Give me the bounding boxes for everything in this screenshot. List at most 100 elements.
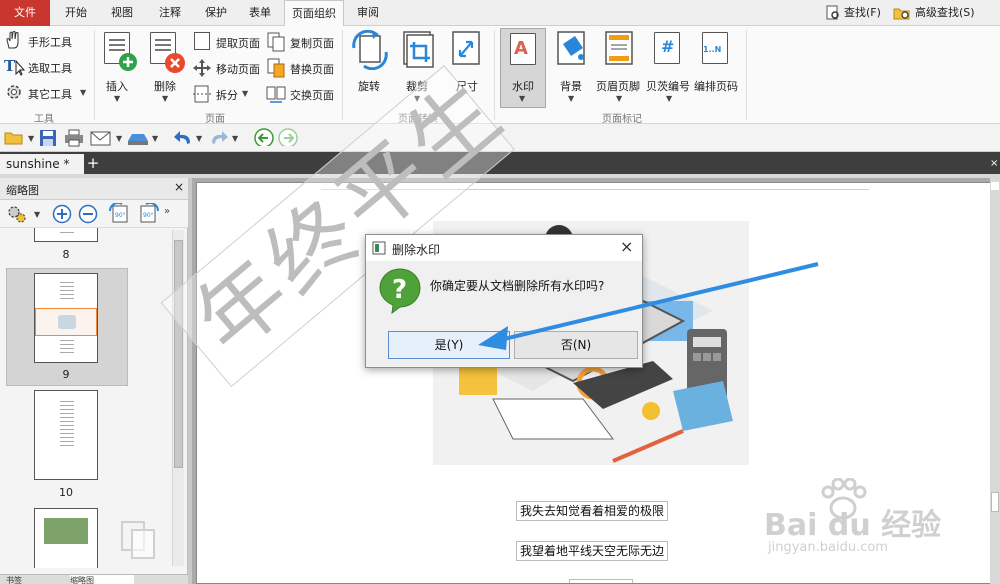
split-icon	[193, 85, 211, 103]
close-icon[interactable]: ×	[620, 237, 633, 256]
bates-number-button[interactable]: # 贝茨编号 ▼	[646, 28, 694, 108]
search-icon	[826, 5, 839, 20]
delete-button[interactable]: 删除 ▼	[144, 28, 188, 108]
options-gear-icon[interactable]	[6, 204, 28, 224]
delete-label: 删除	[154, 80, 176, 93]
rotate-left-icon[interactable]: 90°	[108, 203, 132, 225]
watermark-button[interactable]: A 水印 ▼	[500, 28, 546, 108]
tab-home[interactable]: 开始	[56, 0, 96, 26]
scanner-icon[interactable]	[126, 129, 150, 147]
replace-page-button[interactable]: 替换页面	[266, 58, 338, 78]
more-chevron-icon[interactable]: »	[164, 206, 170, 217]
page-number-label: 8	[62, 248, 70, 261]
forward-arrow-icon[interactable]	[278, 128, 298, 146]
search-button[interactable]: 查找(F)	[826, 3, 892, 23]
other-tool-label: 其它工具	[28, 88, 72, 101]
split-button[interactable]: 拆分 ▼	[192, 84, 264, 104]
rotate-button[interactable]: 旋转	[348, 28, 392, 108]
dialog-title-bar: 删除水印 ×	[366, 235, 642, 261]
back-arrow-icon[interactable]	[254, 128, 274, 146]
yes-button[interactable]: 是(Y)	[388, 331, 510, 359]
open-folder-icon[interactable]	[4, 129, 26, 147]
close-icon[interactable]: ×	[990, 158, 1000, 169]
undo-icon[interactable]	[172, 129, 194, 147]
email-icon[interactable]	[90, 129, 112, 147]
gear-icon	[7, 85, 21, 99]
crop-button[interactable]: 裁剪 ▼	[398, 28, 442, 108]
replace-page-icon	[267, 58, 285, 78]
svg-text:90°: 90°	[143, 212, 154, 219]
background-button[interactable]: 背景 ▼	[550, 28, 594, 108]
chevron-down-icon: ▼	[519, 94, 526, 103]
tab-thumbnails[interactable]: 缩略图	[70, 575, 134, 584]
bates-number-icon: #	[654, 32, 680, 64]
close-icon[interactable]: ×	[174, 180, 184, 194]
zoom-in-icon[interactable]	[52, 204, 72, 224]
chevron-down-icon[interactable]: ▼	[34, 210, 40, 219]
panel-title: 缩略图	[6, 184, 39, 197]
new-tab-button[interactable]: +	[86, 155, 100, 171]
chevron-down-icon: ▼	[666, 94, 673, 103]
page-rule	[321, 189, 869, 190]
chevron-down-icon[interactable]: ▼	[232, 134, 238, 143]
thumbnail-image	[44, 518, 88, 544]
chevron-down-icon: ▼	[616, 94, 623, 103]
thumbnail-page-10[interactable]	[34, 390, 98, 480]
scrollbar-thumb[interactable]	[174, 240, 183, 468]
advanced-search-button[interactable]: 高级查找(S)	[893, 3, 997, 23]
size-button[interactable]: 尺寸	[446, 28, 488, 108]
dialog-title: 删除水印	[392, 243, 441, 257]
tool-select[interactable]: T 选取工具	[4, 56, 84, 76]
save-icon[interactable]	[38, 129, 58, 147]
tab-protect[interactable]: 保护	[196, 0, 236, 26]
text-line-1[interactable]: 我失去知觉看着相爱的极限	[516, 501, 669, 521]
insert-button[interactable]: 插入 ▼	[98, 28, 140, 108]
redo-icon[interactable]	[208, 129, 230, 147]
panel-toolbar: ▼ 90° 90° »	[0, 200, 188, 228]
chevron-down-icon[interactable]: ▼	[116, 134, 122, 143]
tab-sunshine[interactable]: sunshine *	[0, 154, 84, 174]
thumbnail-page-11[interactable]	[34, 508, 98, 568]
tab-page-organize[interactable]: 页面组织	[284, 0, 344, 27]
tab-bookmarks[interactable]: 书签	[6, 575, 22, 584]
tool-other[interactable]: 其它工具 ▼	[4, 82, 88, 102]
watermark-label: 水印	[512, 80, 534, 93]
header-footer-button[interactable]: 页眉页脚 ▼	[596, 28, 644, 108]
tab-form[interactable]: 表单	[240, 0, 280, 26]
zoom-out-icon[interactable]	[78, 204, 98, 224]
page-number-button[interactable]: 1..N 编排页码	[694, 28, 742, 108]
thumbnail-page-9[interactable]	[34, 273, 98, 363]
tab-view[interactable]: 视图	[100, 0, 144, 26]
chevron-down-icon[interactable]: ▼	[28, 134, 34, 143]
chevron-down-icon[interactable]: ▼	[196, 134, 202, 143]
extract-page-icon	[194, 32, 210, 50]
delete-watermark-dialog: 删除水印 × ? 你确定要从文档删除所有水印吗? 是(Y) 否(N)	[365, 234, 643, 368]
swap-page-label: 交换页面	[290, 89, 334, 102]
move-page-button[interactable]: 移动页面	[192, 58, 264, 78]
chevron-down-icon: ▼	[568, 94, 575, 103]
tab-comment[interactable]: 注释	[148, 0, 192, 26]
chevron-down-icon[interactable]: ▼	[152, 134, 158, 143]
copy-page-button[interactable]: 复制页面	[266, 32, 338, 52]
site-url: jingyan.baidu.com	[768, 540, 888, 555]
text-line-2[interactable]: 我望着地平线天空无际无边	[516, 541, 669, 561]
tab-review[interactable]: 审阅	[348, 0, 388, 26]
search-label: 查找(F)	[844, 6, 881, 19]
close-badge-icon	[165, 53, 185, 73]
panel-scrollbar[interactable]	[172, 230, 184, 566]
crop-icon	[403, 31, 434, 68]
swap-page-button[interactable]: 交换页面	[266, 84, 338, 104]
hand-tool-label: 手形工具	[28, 36, 72, 49]
thumbnail-page-8[interactable]	[34, 228, 98, 242]
no-button[interactable]: 否(N)	[514, 331, 638, 359]
scrollbar-up-arrow[interactable]	[991, 182, 999, 190]
file-menu[interactable]: 文件	[0, 0, 50, 26]
background-icon	[557, 31, 585, 65]
split-label: 拆分	[216, 89, 238, 102]
thumbnail-list: 8 9 10	[0, 228, 170, 568]
tool-hand[interactable]: 手形工具	[4, 30, 84, 50]
print-icon[interactable]	[64, 129, 84, 147]
thumbnail-selection-frame	[35, 308, 97, 336]
rotate-right-icon[interactable]: 90°	[136, 203, 160, 225]
extract-page-button[interactable]: 提取页面	[192, 32, 264, 52]
